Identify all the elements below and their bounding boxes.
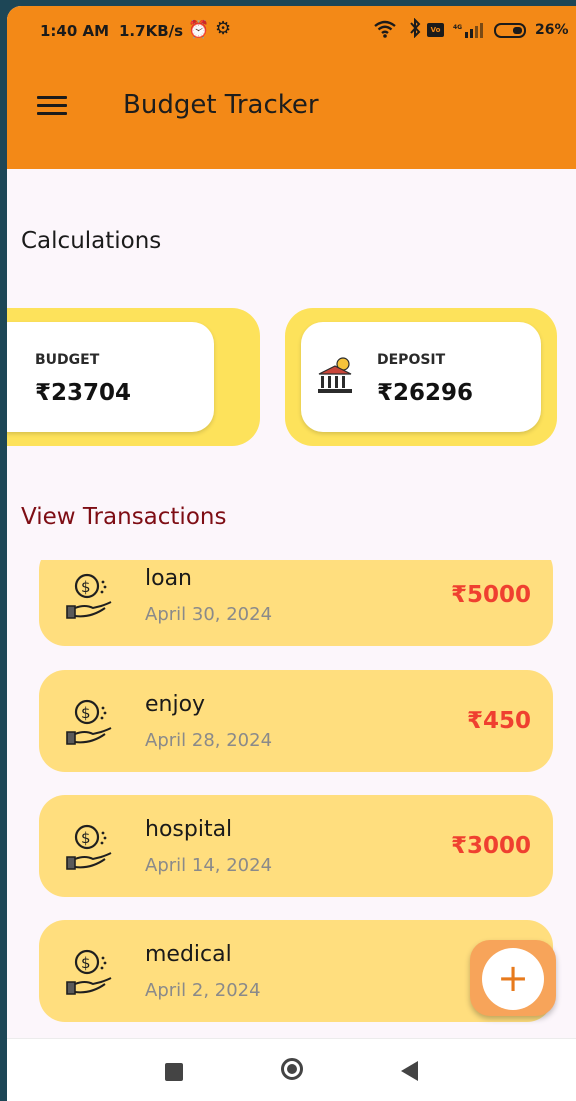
budget-label: BUDGET	[35, 352, 100, 368]
transaction-item[interactable]: $ hospital April 14, 2024 ₹3000	[39, 795, 553, 897]
add-transaction-button[interactable]: +	[470, 940, 556, 1016]
deposit-card[interactable]: DEPOSIT ₹26296	[285, 308, 557, 446]
deposit-value: ₹26296	[377, 380, 474, 406]
transaction-amount: ₹5000	[450, 582, 531, 608]
home-button[interactable]	[281, 1058, 303, 1080]
transaction-item[interactable]: $ enjoy April 28, 2024 ₹450	[39, 670, 553, 772]
app-title: Budget Tracker	[123, 90, 319, 120]
calculations-heading: Calculations	[21, 228, 162, 254]
transaction-name: enjoy	[145, 692, 206, 717]
signal-icon: 4G	[453, 23, 483, 38]
budget-value: ₹23704	[35, 380, 132, 406]
status-time: 1:40 AM	[40, 22, 110, 40]
transaction-name: loan	[145, 566, 192, 591]
transaction-name: hospital	[145, 817, 233, 842]
volte-icon: Vo	[427, 23, 444, 37]
app-header: 1:40 AM 1.7KB/s ⏰ ⚙ Vo 4G 26% Budget Tra…	[7, 6, 576, 169]
transaction-date: April 30, 2024	[145, 604, 273, 625]
transaction-item[interactable]: $ loan April 30, 2024 ₹5000	[39, 560, 553, 646]
alarm-icon: ⏰	[188, 20, 210, 40]
hamburger-menu-icon[interactable]	[37, 96, 67, 118]
gear-icon: ⚙	[215, 18, 232, 39]
status-net-speed: 1.7KB/s	[119, 22, 184, 40]
money-hand-icon: $	[66, 824, 112, 870]
deposit-card-body: DEPOSIT ₹26296	[301, 322, 541, 432]
bank-icon	[318, 357, 352, 393]
budget-card-body: $ BUDGET ₹23704	[7, 322, 214, 432]
svg-text:$: $	[81, 578, 91, 596]
recents-button[interactable]	[165, 1063, 183, 1081]
wifi-icon	[373, 20, 397, 42]
transaction-date: April 2, 2024	[145, 980, 261, 1001]
svg-text:$: $	[81, 829, 91, 847]
transaction-date: April 28, 2024	[145, 730, 273, 751]
transaction-amount: ₹450	[466, 708, 531, 734]
svg-text:$: $	[81, 704, 91, 722]
transaction-name: medical	[145, 942, 232, 967]
plus-icon: +	[482, 948, 544, 1010]
view-transactions-heading[interactable]: View Transactions	[21, 504, 226, 530]
money-hand-icon: $	[66, 573, 112, 619]
back-button[interactable]	[401, 1061, 418, 1081]
budget-card[interactable]: $ BUDGET ₹23704	[7, 308, 260, 446]
svg-text:4G: 4G	[453, 24, 462, 31]
svg-text:$: $	[81, 954, 91, 972]
transaction-date: April 14, 2024	[145, 855, 273, 876]
transaction-amount: ₹3000	[450, 833, 531, 859]
status-bar: 1:40 AM 1.7KB/s ⏰ ⚙ Vo 4G 26%	[7, 6, 576, 56]
battery-icon	[494, 23, 526, 38]
deposit-label: DEPOSIT	[377, 352, 446, 368]
battery-percent: 26%	[535, 22, 569, 38]
money-hand-icon: $	[66, 949, 112, 995]
app-screen: 1:40 AM 1.7KB/s ⏰ ⚙ Vo 4G 26% Budget Tra…	[7, 6, 576, 1101]
system-nav-bar	[7, 1038, 576, 1101]
money-hand-icon: $	[66, 699, 112, 745]
bluetooth-icon	[409, 17, 421, 42]
